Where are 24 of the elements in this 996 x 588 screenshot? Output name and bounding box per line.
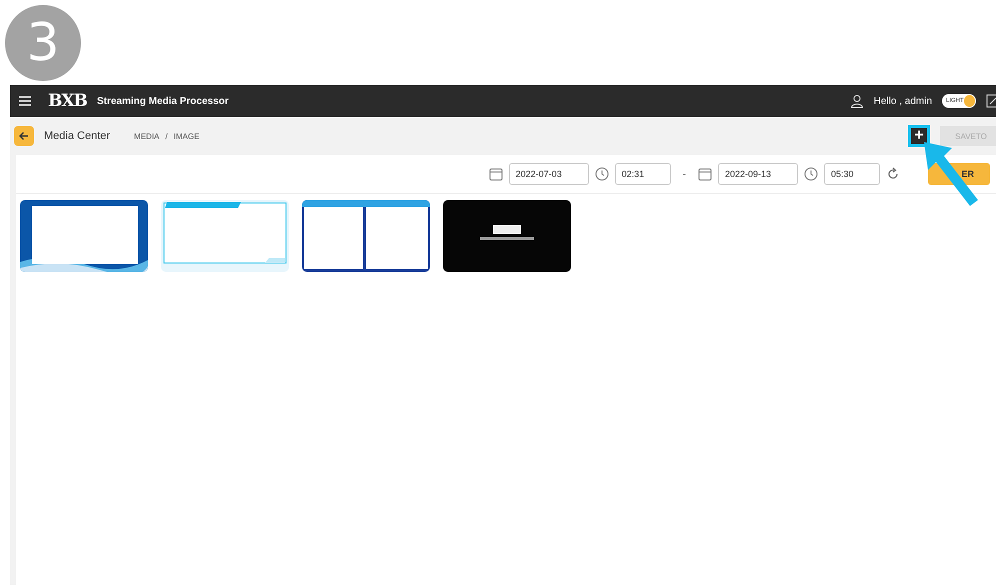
fullscreen-icon[interactable]	[986, 94, 996, 108]
date-field[interactable]: 2022-09-13	[718, 163, 798, 185]
breadcrumb-item[interactable]: IMAGE	[174, 132, 200, 140]
calendar-icon	[698, 167, 712, 181]
breadcrumb-separator: /	[165, 132, 168, 140]
range-separator: -	[682, 168, 686, 180]
logo: BXB	[48, 91, 87, 111]
refresh-icon[interactable]	[886, 167, 900, 181]
add-button[interactable]: +	[908, 125, 930, 147]
calendar-icon	[488, 167, 503, 181]
menu-icon[interactable]	[18, 95, 32, 107]
clock-icon	[594, 167, 609, 181]
page-title: Media Center	[44, 130, 110, 142]
breadcrumb-item[interactable]: MEDIA	[134, 132, 160, 140]
date-field[interactable]: 2022-07-03	[508, 163, 589, 185]
step-number: 3	[5, 5, 81, 81]
greeting: Hello , admin	[874, 96, 932, 106]
app-title: Streaming Media Processor	[96, 96, 229, 106]
user-icon	[850, 94, 864, 108]
time-field[interactable]: 05:30	[824, 163, 880, 185]
arrow-icon	[18, 130, 30, 142]
clock-icon	[804, 167, 818, 181]
back-button[interactable]	[14, 126, 34, 146]
time-field[interactable]: 02:31	[614, 163, 671, 185]
